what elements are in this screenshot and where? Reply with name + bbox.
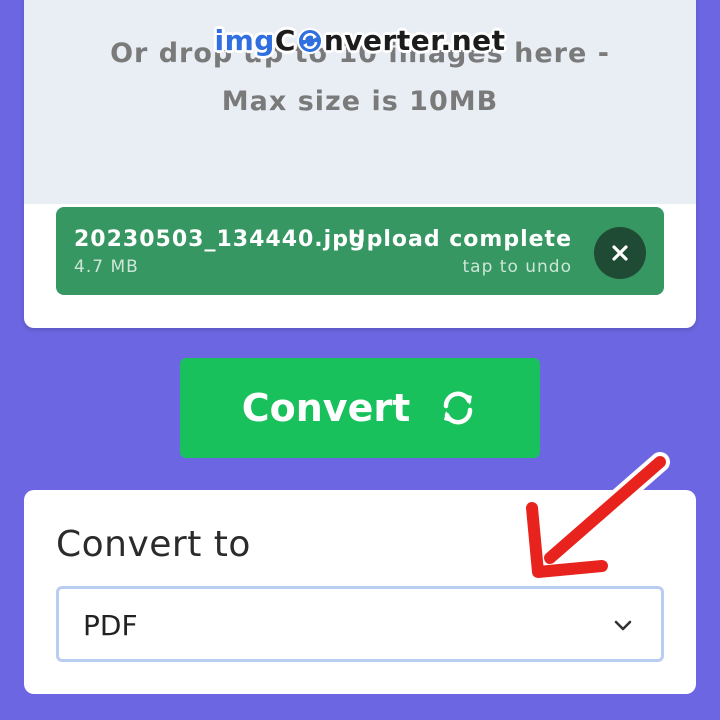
convert-button-label: Convert <box>241 386 411 430</box>
brand-logo: img C nverter.net <box>0 24 720 57</box>
brand-text-c: C <box>274 24 296 57</box>
upload-status: Upload complete <box>347 227 572 252</box>
brand-text-domain: nverter.net <box>323 24 506 57</box>
undo-hint[interactable]: tap to undo <box>463 257 573 277</box>
drop-hint-line2: Max size is 10MB <box>221 86 499 117</box>
convert-button[interactable]: Convert <box>180 358 540 458</box>
annotation-arrow-icon <box>522 452 670 582</box>
file-size: 4.7 MB <box>74 257 139 277</box>
sync-logo-icon <box>296 27 323 54</box>
file-name: 20230503_134440.jpg <box>74 227 366 252</box>
format-select-value: PDF <box>83 609 138 642</box>
sync-icon <box>443 391 473 425</box>
uploaded-file-item[interactable]: 20230503_134440.jpg 4.7 MB Upload comple… <box>56 207 664 295</box>
remove-file-button[interactable] <box>594 227 646 279</box>
convert-to-label: Convert to <box>56 524 251 565</box>
brand-text-img: img <box>214 24 275 57</box>
format-select[interactable]: PDF <box>56 586 664 662</box>
chevron-down-icon <box>614 620 632 631</box>
close-icon <box>612 245 628 261</box>
